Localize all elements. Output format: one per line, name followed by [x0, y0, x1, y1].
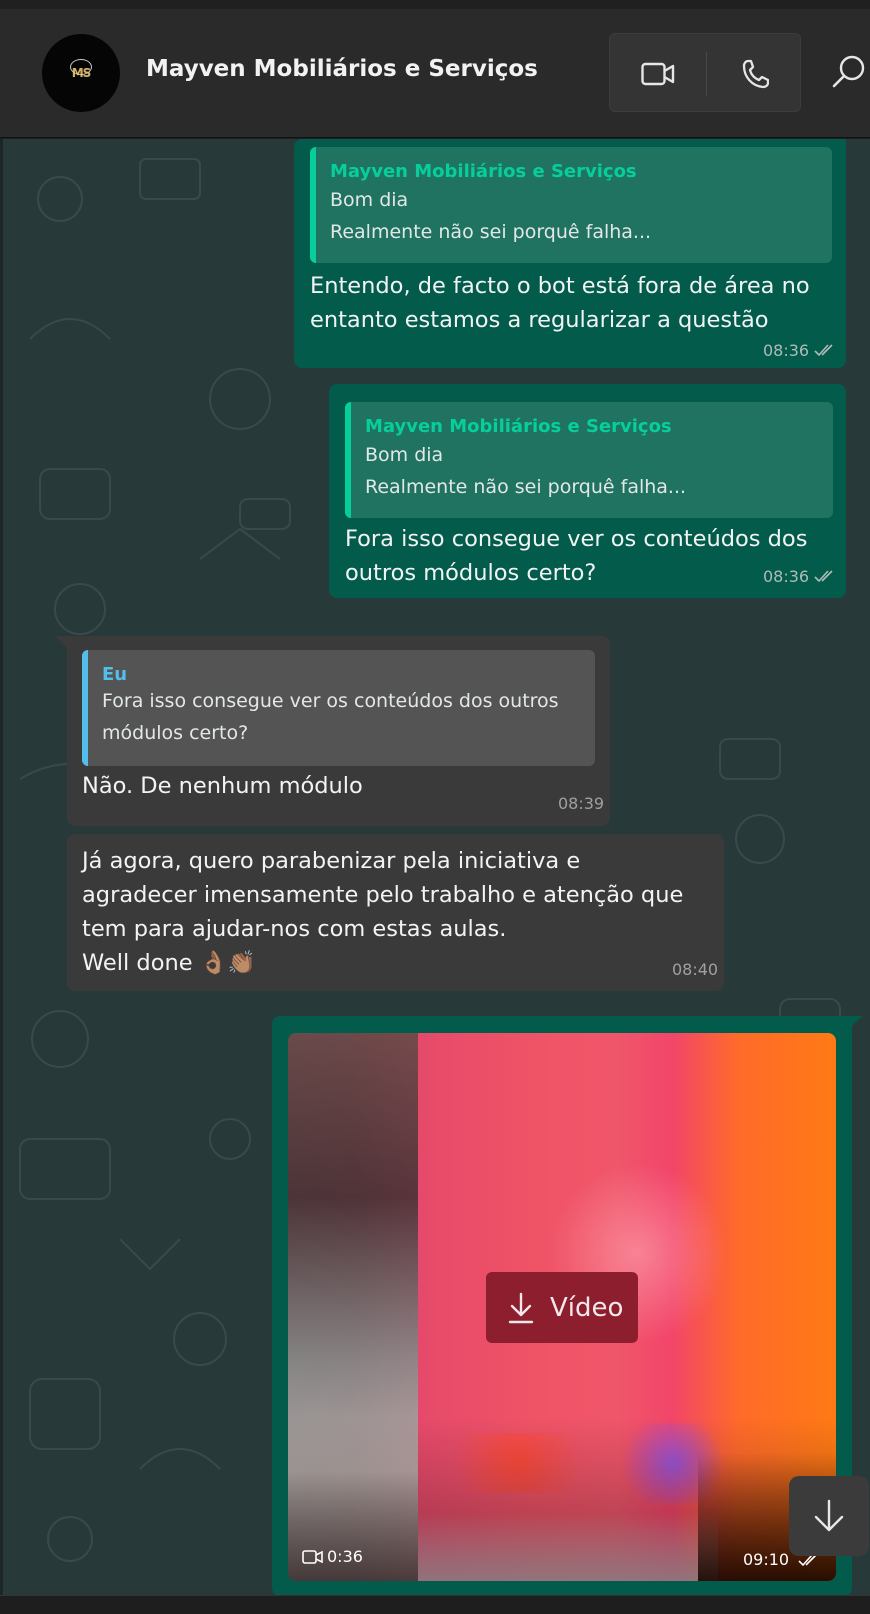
message-text: Entendo, de facto o bot está fora de áre… [310, 273, 810, 299]
video-duration-text: 0:36 [327, 1547, 363, 1566]
message-text: tem para ajudar-nos com estas aulas. [82, 916, 507, 942]
quote-accent-bar [310, 147, 316, 263]
search-button[interactable] [828, 50, 870, 94]
video-download-button[interactable]: Vídeo [486, 1272, 638, 1343]
video-call-button[interactable] [610, 34, 706, 113]
quoted-message[interactable]: Mayven Mobiliários e Serviços Bom dia Re… [310, 147, 832, 263]
read-receipt-icon [814, 344, 833, 357]
quote-author: Eu [102, 664, 128, 685]
read-receipt-icon [814, 570, 833, 583]
bubble-tail [55, 636, 67, 648]
logo-ring-icon [70, 59, 92, 75]
quote-text-line: Realmente não sei porquê falha... [330, 221, 652, 243]
window-top-strip [0, 0, 870, 9]
voice-call-button[interactable] [707, 34, 802, 113]
quote-accent-bar [82, 650, 88, 766]
message-text: Fora isso consegue ver os conteúdos dos [345, 526, 808, 552]
phone-icon [742, 59, 769, 88]
video-camera-small-icon [302, 1549, 323, 1564]
message-time: 08:39 [558, 794, 605, 813]
message-text: Well done 👌🏽👏🏽 [82, 950, 256, 976]
arrow-down-icon [814, 1499, 844, 1532]
message-text: Não. De nenhum módulo [82, 773, 363, 799]
download-label: Vídeo [550, 1292, 624, 1323]
call-buttons-group [609, 33, 801, 112]
contact-name[interactable]: Mayven Mobiliários e Serviços [146, 56, 538, 82]
message-bubble-outgoing[interactable]: Mayven Mobiliários e Serviços Bom dia Re… [329, 384, 846, 598]
quote-text-line: Bom dia [365, 444, 444, 466]
scroll-to-bottom-button[interactable] [789, 1476, 869, 1556]
message-bubble-incoming[interactable]: Eu Fora isso consegue ver os conteúdos d… [67, 636, 610, 826]
video-camera-icon [641, 62, 675, 85]
message-text: entanto estamos a regularizar a questão [310, 307, 769, 333]
video-duration: 0:36 [302, 1547, 363, 1566]
composer-edge [0, 1595, 870, 1614]
quote-accent-bar [345, 402, 351, 518]
message-time: 08:36 [763, 341, 810, 360]
message-bubble-outgoing[interactable]: Mayven Mobiliários e Serviços Bom dia Re… [294, 139, 846, 368]
download-icon [508, 1292, 534, 1323]
window-left-edge [0, 139, 3, 1595]
message-time: 08:40 [672, 960, 719, 979]
quote-text-line: módulos certo? [102, 722, 249, 744]
message-time: 09:10 [743, 1550, 790, 1569]
message-text: Já agora, quero parabenizar pela iniciat… [82, 848, 581, 874]
message-time: 08:36 [763, 567, 810, 586]
chat-header: MS Mayven Mobiliários e Serviços [0, 0, 870, 138]
quote-text-line: Realmente não sei porquê falha... [365, 476, 687, 498]
quote-text-line: Fora isso consegue ver os conteúdos dos … [102, 690, 559, 712]
message-text: agradecer imensamente pelo trabalho e at… [82, 882, 684, 908]
search-icon [832, 55, 865, 88]
quote-author: Mayven Mobiliários e Serviços [330, 161, 637, 182]
avatar[interactable]: MS [42, 34, 120, 112]
quote-text-line: Bom dia [330, 189, 409, 211]
quote-author: Mayven Mobiliários e Serviços [365, 416, 672, 437]
quoted-message[interactable]: Mayven Mobiliários e Serviços Bom dia Re… [345, 402, 833, 518]
quoted-message[interactable]: Eu Fora isso consegue ver os conteúdos d… [82, 650, 595, 766]
message-text: outros módulos certo? [345, 560, 597, 586]
message-bubble-incoming[interactable]: Já agora, quero parabenizar pela iniciat… [67, 834, 724, 991]
